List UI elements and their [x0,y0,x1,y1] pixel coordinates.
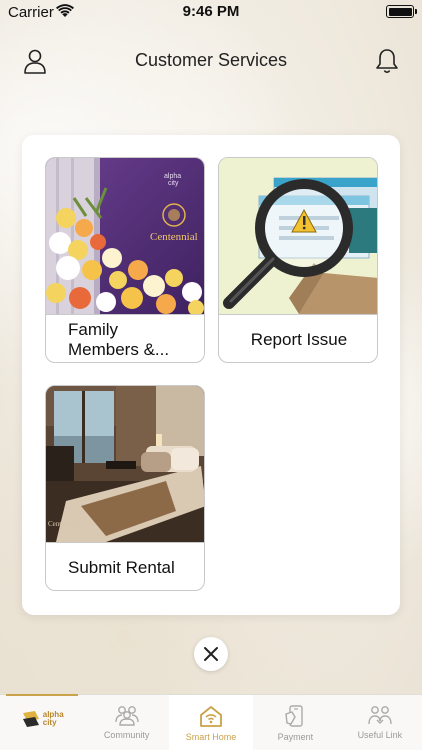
clock: 9:46 PM [182,3,240,20]
close-icon [204,647,218,661]
photo-watermark: Centennial [48,520,78,528]
tab-payment[interactable]: Payment [253,695,337,750]
header: Customer Services [0,40,422,84]
family-members-label: Family Members &... [46,314,204,362]
brand-text-2: city [168,180,179,187]
family-members-tile[interactable]: alpha city Centennial Family Members &..… [45,157,205,363]
report-issue-label: Report Issue [219,314,377,362]
alpha-city-logo-icon [22,711,39,727]
tab-smart-home-label: Smart Home [185,732,237,742]
logo-text-2: city [42,718,57,727]
family-members-label-line2: Members &... [68,339,170,359]
community-icon [114,706,139,726]
brand-text: alpha [164,173,181,180]
tab-home-logo[interactable]: alpha city [0,694,84,750]
tab-payment-label: Payment [277,732,314,742]
tab-community-label: Community [103,730,150,740]
status-bar: Carrier 9:46 PM [0,0,422,24]
alpha-city-logo: alpha city [21,709,64,729]
magnifier-warning-illustration [219,158,377,314]
family-members-label-line1: Family [68,319,119,339]
smart-home-icon [200,706,222,727]
bedroom-photo: Centennial [46,386,204,542]
submit-rental-tile[interactable]: Centennial Submit Rental [45,385,205,591]
page-title: Customer Services [134,50,288,70]
payment-icon [285,705,304,727]
tab-community[interactable]: Community [84,695,168,750]
battery-icon [386,5,417,18]
report-issue-tile[interactable]: Report Issue [218,157,378,363]
bell-icon[interactable] [372,46,402,76]
tab-useful-link[interactable]: Useful Link [338,695,422,750]
tab-bar: alpha city Community Smart Home Payment … [0,694,422,750]
sign-text: Centennial [150,231,198,243]
tab-smart-home[interactable]: Smart Home [168,695,254,750]
services-card: alpha city Centennial Family Members &..… [22,135,400,615]
useful-link-icon [368,706,392,725]
tab-useful-link-label: Useful Link [357,730,403,740]
submit-rental-label: Submit Rental [46,542,204,590]
close-button[interactable] [194,637,228,671]
flower-event-photo: alpha city Centennial [46,158,204,314]
